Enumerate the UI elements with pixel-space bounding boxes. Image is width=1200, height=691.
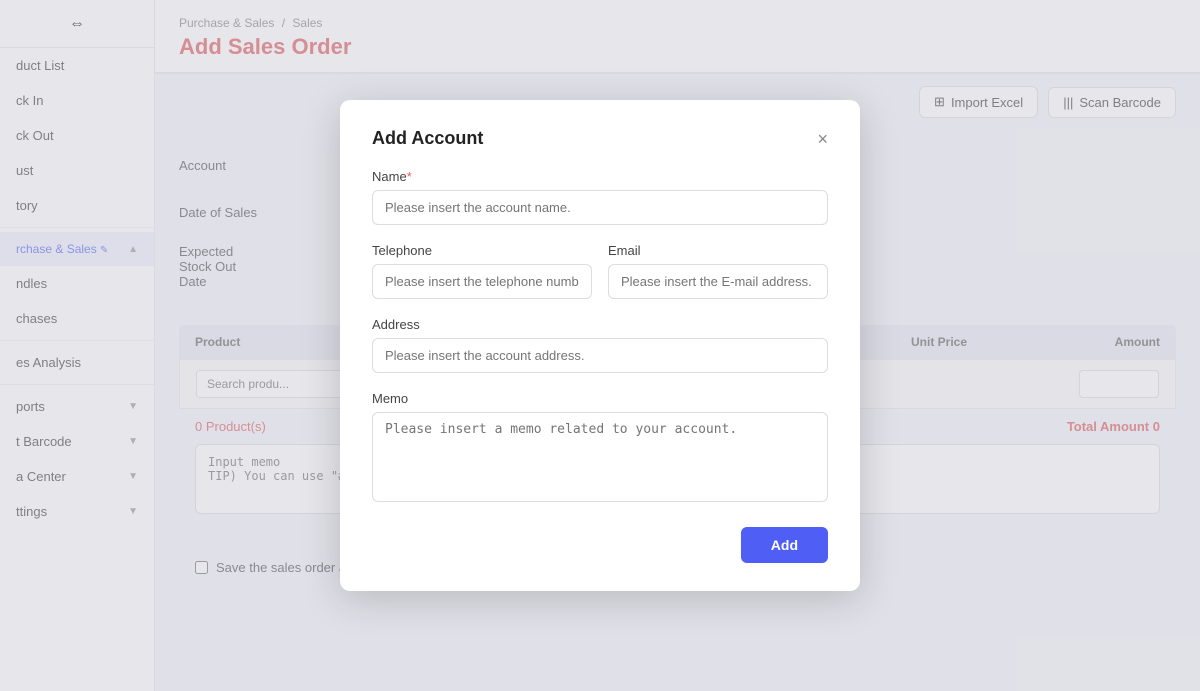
- address-label: Address: [372, 317, 828, 332]
- telephone-input[interactable]: [372, 264, 592, 299]
- modal-title: Add Account: [372, 128, 483, 149]
- modal-header: Add Account ×: [372, 128, 828, 149]
- memo-field: Memo: [372, 391, 828, 507]
- add-account-modal: Add Account × Name* Telephone Email Addr…: [340, 100, 860, 591]
- add-button[interactable]: Add: [741, 527, 828, 563]
- modal-footer: Add: [372, 527, 828, 563]
- email-field: Email: [608, 243, 828, 299]
- name-field: Name*: [372, 169, 828, 225]
- telephone-email-row: Telephone Email: [372, 243, 828, 299]
- name-label: Name*: [372, 169, 828, 184]
- memo-label: Memo: [372, 391, 828, 406]
- telephone-label: Telephone: [372, 243, 592, 258]
- address-input[interactable]: [372, 338, 828, 373]
- address-field: Address: [372, 317, 828, 373]
- email-input[interactable]: [608, 264, 828, 299]
- telephone-field: Telephone: [372, 243, 592, 299]
- modal-overlay[interactable]: Add Account × Name* Telephone Email Addr…: [0, 0, 1200, 691]
- email-label: Email: [608, 243, 828, 258]
- name-input[interactable]: [372, 190, 828, 225]
- modal-close-button[interactable]: ×: [817, 130, 828, 148]
- memo-modal-input[interactable]: [372, 412, 828, 502]
